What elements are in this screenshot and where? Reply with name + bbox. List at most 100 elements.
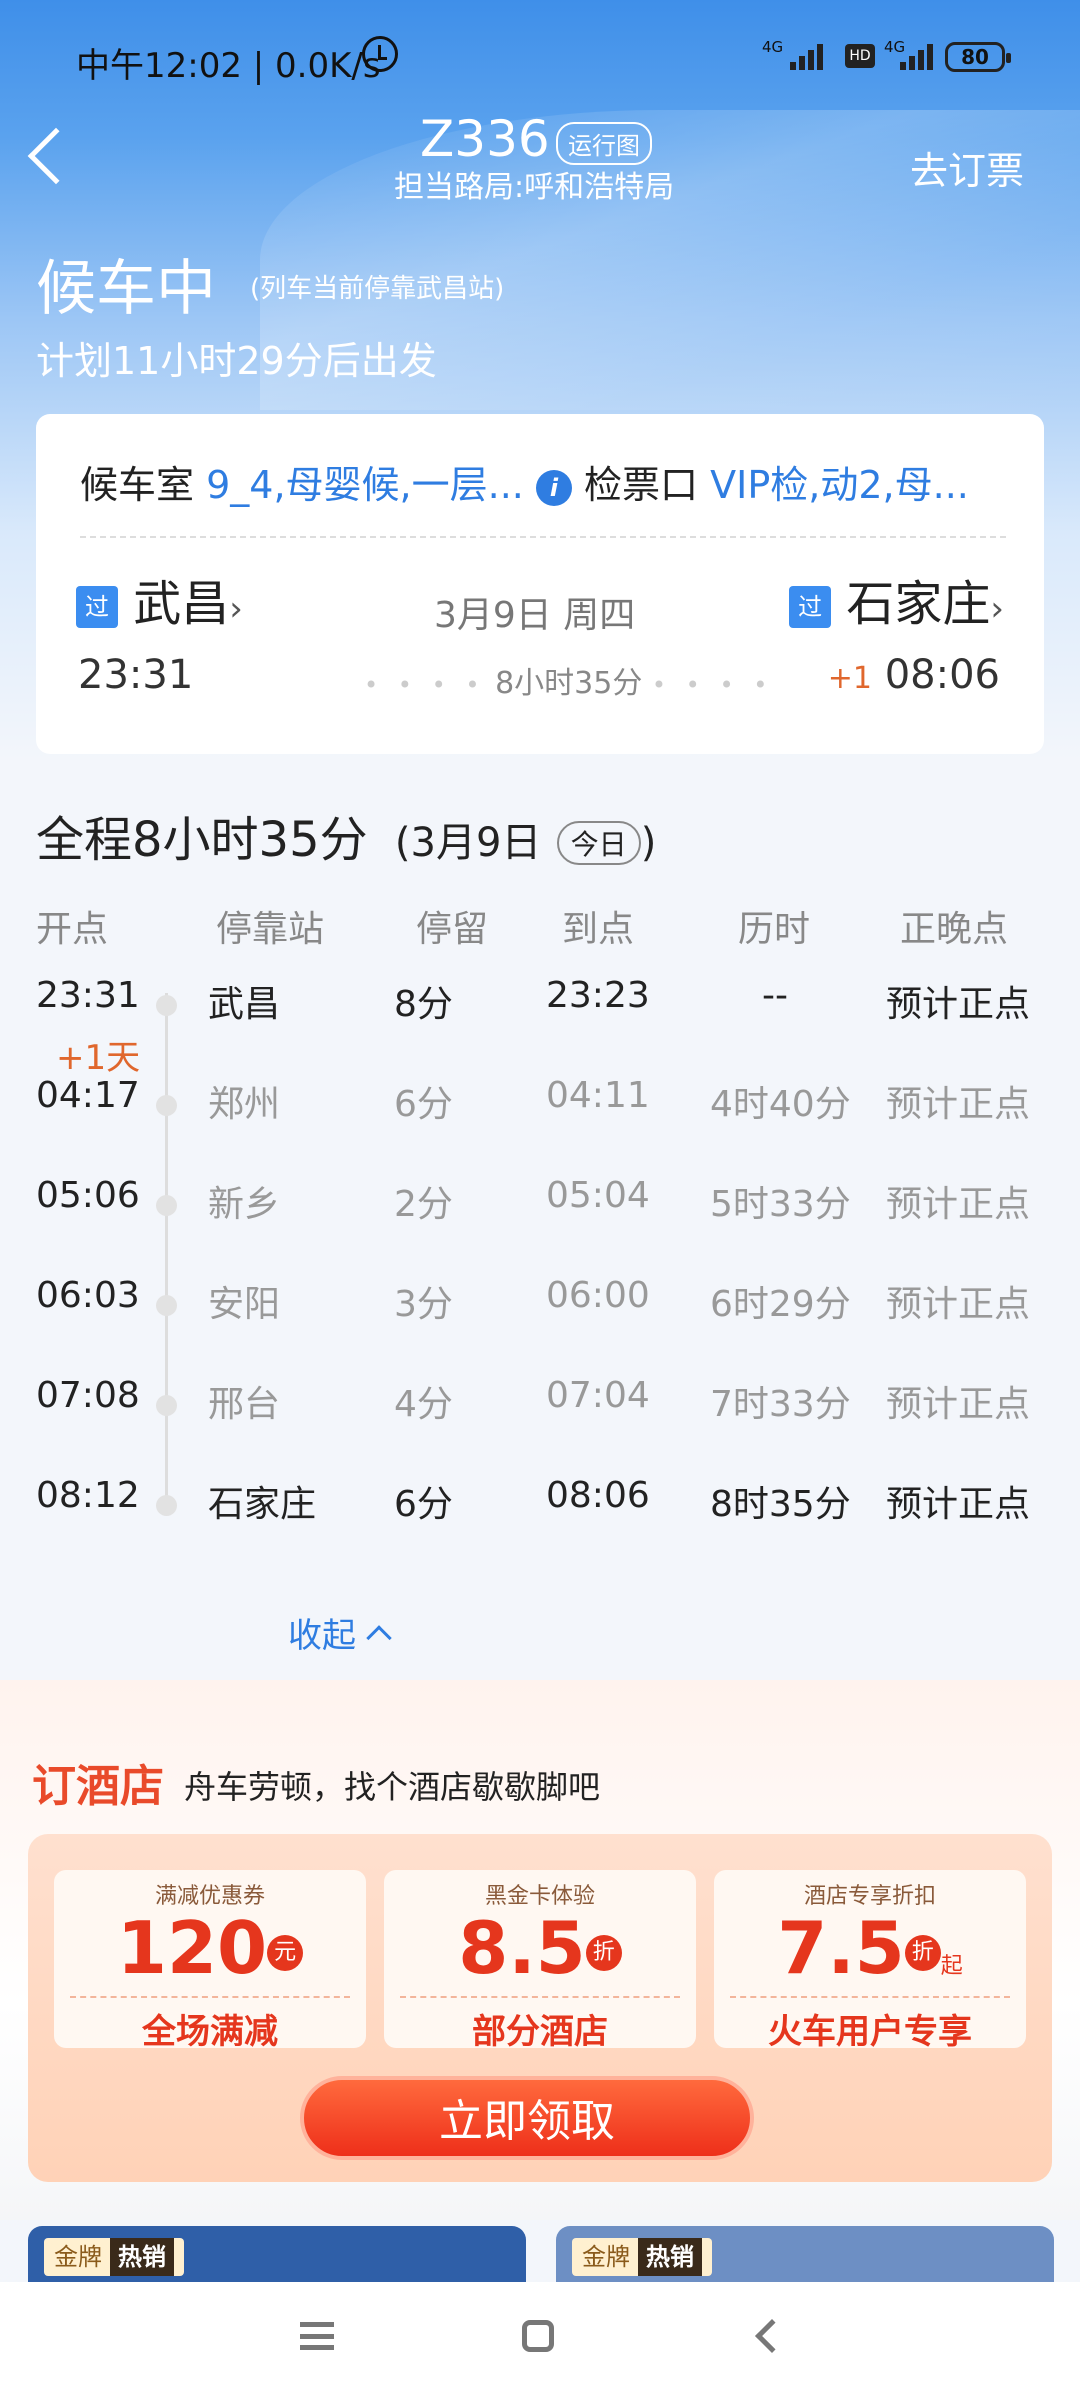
coupon-value-group: 7.5 折起 (714, 1906, 1026, 1990)
pass-badge: 过 (76, 586, 118, 628)
table-stop: 4分 (394, 1384, 453, 1425)
from-station[interactable]: 过 武昌› (76, 564, 243, 634)
table-stop: 2分 (394, 1184, 453, 1225)
ticket-gate-label: 检票口 (584, 463, 699, 507)
timeline-dot (156, 1095, 177, 1116)
product-card[interactable]: 金牌 热销 (28, 2226, 526, 2286)
table-elapsed: 5时33分 (710, 1184, 851, 1225)
table-station: 石家庄 (208, 1484, 317, 1525)
table-arr: 07:04 (546, 1375, 650, 1416)
train-number: Z336 (420, 110, 550, 168)
coupon-extra: 起 (940, 1954, 963, 1979)
coupon-card[interactable]: 酒店专享折扣 7.5 折起 火车用户专享 (714, 1870, 1026, 2052)
ticket-gate-value[interactable]: VIP检,动2,母... (710, 463, 969, 507)
collapse-button[interactable]: 收起 (288, 1608, 392, 1657)
col-elapsed: 历时 (738, 909, 811, 950)
table-status: 预计正点 (886, 1284, 1031, 1325)
table-stop: 6分 (394, 1484, 453, 1525)
coupon-value: 8.5 (458, 1906, 586, 1990)
coupon-unit: 折 (904, 1935, 941, 1972)
gold-label: 金牌 (54, 2243, 102, 2271)
table-arr: 23:23 (546, 975, 650, 1016)
arrive-time-group: +1 08:06 (828, 652, 1000, 698)
system-nav-bar (0, 2282, 1080, 2400)
status-bar: 中午12:02 | 0.0K/s 4G HD 4G 80 (0, 0, 1080, 110)
coupon-value: 7.5 (777, 1906, 905, 1990)
waiting-room-value[interactable]: 9_4,母婴候,一层... (206, 463, 524, 507)
table-elapsed: 7时33分 (710, 1384, 851, 1425)
hotel-subtitle: 舟车劳顿，找个酒店歇歇脚吧 (184, 1768, 601, 1806)
table-dep: 04:17 (36, 1075, 140, 1116)
table-dep: 06:03 (36, 1275, 140, 1316)
table-status: 预计正点 (886, 1084, 1031, 1125)
table-dep: 07:08 (36, 1375, 140, 1416)
hd-badge: HD (845, 44, 875, 68)
collapse-label: 收起 (288, 1616, 356, 1656)
waiting-room-label: 候车室 (80, 463, 195, 507)
table-arr: 04:11 (546, 1075, 650, 1116)
table-dep: 23:31 (36, 975, 140, 1016)
depart-time: 23:31 (78, 652, 194, 698)
table-elapsed: 4时40分 (710, 1084, 851, 1125)
pass-badge: 过 (789, 586, 832, 628)
table-status: 预计正点 (886, 1484, 1031, 1525)
battery-icon: 80 (945, 42, 1011, 72)
chevron-up-icon (366, 1624, 392, 1651)
timeline-dot (156, 1395, 177, 1416)
coupon-card[interactable]: 满减优惠券 120 元 全场满减 (54, 1870, 366, 2052)
table-stop: 8分 (394, 984, 453, 1025)
to-station-name: 石家庄 (846, 576, 991, 632)
summary-close: ) (640, 820, 657, 866)
menu-icon[interactable] (300, 2322, 334, 2350)
signal-icon (900, 42, 940, 70)
table-dep: 05:06 (36, 1175, 140, 1216)
timetable-row[interactable]: 06:03 安阳 3分 06:00 6时29分 预计正点 (0, 1275, 1080, 1335)
back-icon[interactable] (27, 127, 85, 185)
table-station: 邢台 (208, 1384, 281, 1425)
run-chart-button[interactable]: 运行图 (556, 122, 652, 165)
table-dep: 08:12 (36, 1475, 140, 1516)
table-elapsed: -- (762, 975, 788, 1016)
nav-back-icon[interactable] (755, 2319, 789, 2353)
hot-label: 热销 (110, 2238, 174, 2276)
info-icon[interactable]: i (535, 469, 572, 506)
coupon-desc: 部分酒店 (400, 1996, 680, 2053)
bureau-label: 担当路局:呼和浩特局 (394, 170, 675, 205)
coupon-card[interactable]: 黑金卡体验 8.5 折 部分酒店 (384, 1870, 696, 2052)
table-arr: 08:06 (546, 1475, 650, 1516)
train-state: 候车中 (36, 254, 216, 324)
timetable-row[interactable]: 08:12 石家庄 6分 08:06 8时35分 预计正点 (0, 1475, 1080, 1535)
book-ticket-button[interactable]: 去订票 (910, 140, 1024, 195)
timetable-row[interactable]: 04:17 郑州 6分 04:11 4时40分 预计正点 (0, 1075, 1080, 1135)
home-icon[interactable] (522, 2320, 554, 2352)
table-stop: 3分 (394, 1284, 453, 1325)
coupon-unit: 元 (267, 1935, 304, 1972)
coupon-value: 120 (116, 1906, 268, 1990)
claim-button[interactable]: 立即领取 (300, 2076, 754, 2160)
col-status: 正晚点 (900, 909, 1009, 950)
timetable-row[interactable]: 23:31 武昌 8分 23:23 -- 预计正点 (0, 975, 1080, 1035)
travel-date: 3月9日 周四 (434, 595, 636, 636)
departure-countdown: 计划11小时29分后出发 (36, 339, 437, 383)
timetable-row[interactable]: 07:08 邢台 4分 07:04 7时33分 预计正点 (0, 1375, 1080, 1435)
timeline-dot (156, 1195, 177, 1216)
table-status: 预计正点 (886, 1384, 1031, 1425)
arrive-time: 08:06 (884, 652, 1000, 698)
table-arr: 05:04 (546, 1175, 650, 1216)
alarm-icon (362, 36, 398, 72)
col-arrive: 到点 (562, 909, 635, 950)
table-station: 郑州 (208, 1084, 281, 1125)
product-card[interactable]: 金牌 热销 (556, 2226, 1054, 2286)
divider (80, 536, 1006, 538)
timetable-row[interactable]: 05:06 新乡 2分 05:04 5时33分 预计正点 (0, 1175, 1080, 1235)
gold-tag: 金牌 热销 (572, 2238, 712, 2276)
table-station: 新乡 (208, 1184, 281, 1225)
sim1-label: 4G (762, 38, 784, 56)
timeline-dot (156, 1295, 177, 1316)
to-station[interactable]: 过 石家庄› (789, 564, 1004, 634)
total-duration: 全程8小时35分 (36, 812, 368, 868)
col-depart: 开点 (36, 909, 109, 950)
train-location-note: (列车当前停靠武昌站) (250, 274, 505, 304)
dots-left: • • • • (364, 671, 486, 699)
timetable-header: 开点 停靠站 停留 到点 历时 正晚点 (0, 900, 1080, 950)
